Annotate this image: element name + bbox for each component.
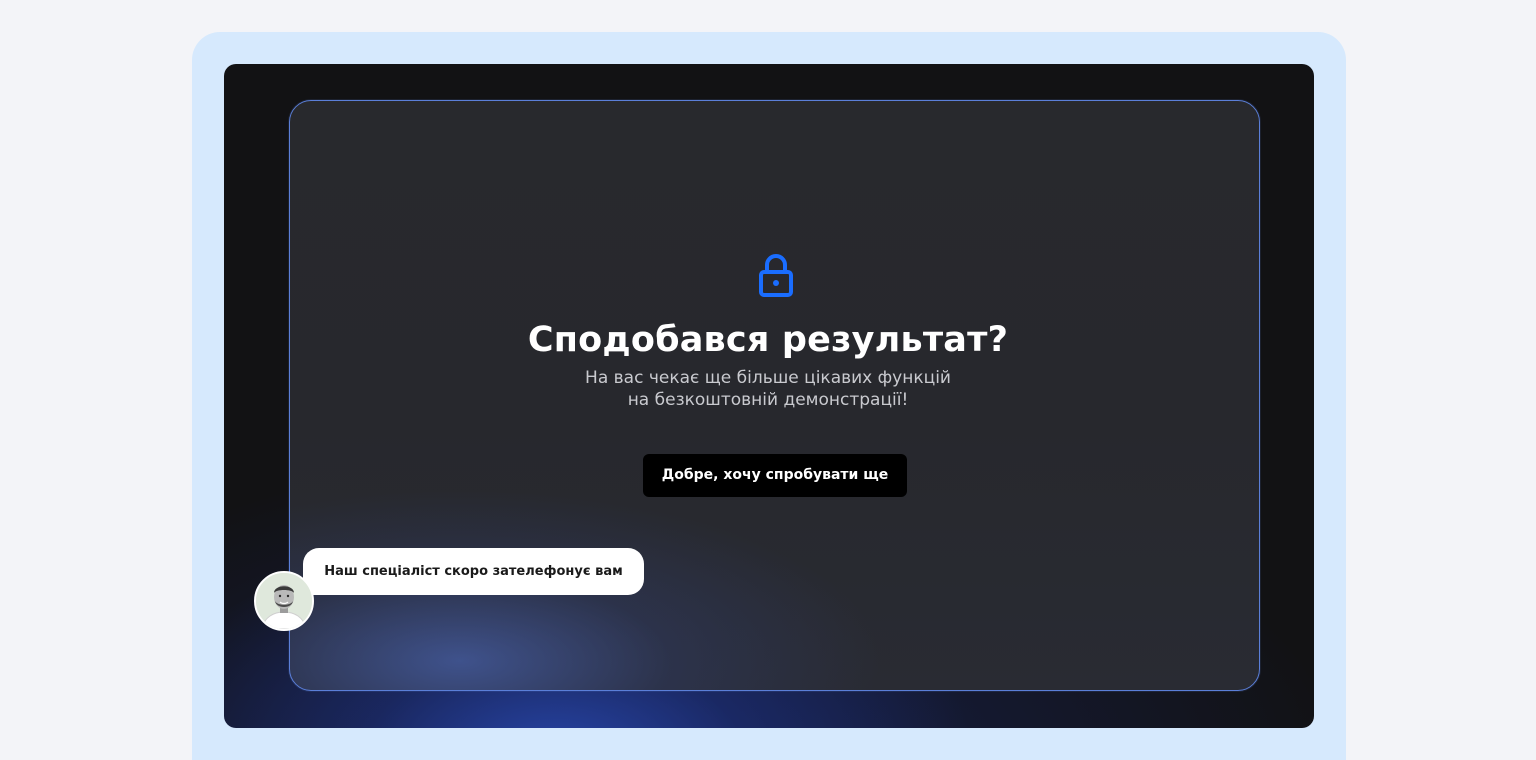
modal-subtitle-line-2: на безкоштовній демонстрації! <box>627 390 909 410</box>
try-again-button[interactable]: Добре, хочу спробувати ще <box>643 454 907 497</box>
specialist-avatar <box>254 571 314 631</box>
chat-message-bubble: Наш спеціаліст скоро зателефонує вам <box>303 548 644 595</box>
modal-subtitle: На вас чекає ще більше цікавих функцій н… <box>0 367 1536 411</box>
modal-subtitle-line-1: На вас чекає ще більше цікавих функцій <box>585 368 951 388</box>
lock-icon <box>759 254 793 297</box>
page: Сподобався результат? На вас чекає ще бі… <box>0 0 1536 760</box>
avatar-person-icon <box>256 573 312 629</box>
modal-title: Сподобався результат? <box>527 320 1009 360</box>
